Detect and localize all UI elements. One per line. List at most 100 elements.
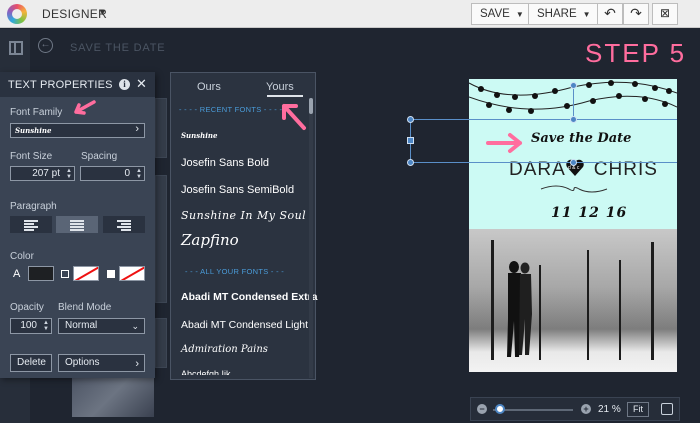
app-logo-icon[interactable] xyxy=(7,4,27,24)
stepper-icon[interactable]: ▲ ▼ xyxy=(136,168,142,180)
background-color-swatch[interactable] xyxy=(119,266,145,281)
stepper-icon[interactable]: ▲ ▼ xyxy=(43,320,49,332)
save-label: SAVE xyxy=(480,8,510,20)
font-size-value: 207 pt xyxy=(32,168,60,179)
layers-icon[interactable] xyxy=(9,41,23,55)
stepper-icon[interactable]: ▲ ▼ xyxy=(66,168,72,180)
align-right-button[interactable] xyxy=(103,216,145,233)
font-item[interactable]: Josefin Sans Bold xyxy=(181,157,269,169)
delete-button[interactable]: Delete xyxy=(10,354,52,372)
font-item[interactable]: Admiration Pains xyxy=(181,344,268,355)
font-size-label: Font Size xyxy=(10,151,53,162)
font-item-sunshine-short[interactable]: Sunshine xyxy=(181,131,217,140)
info-icon[interactable]: i xyxy=(119,79,130,90)
redo-icon[interactable]: ↷ xyxy=(623,3,649,25)
flourish-divider xyxy=(540,185,608,193)
rotation-line xyxy=(573,86,574,119)
options-label: Options xyxy=(65,357,100,368)
font-item[interactable]: Josefin Sans SemiBold xyxy=(181,184,294,196)
options-button[interactable]: Options › xyxy=(58,354,145,372)
tab-ours[interactable]: Ours xyxy=(197,81,221,93)
font-item-partial[interactable]: Abcdefgh Ijk xyxy=(181,369,231,375)
text-color-swatch[interactable] xyxy=(28,266,54,281)
resize-handle[interactable] xyxy=(407,159,414,166)
background-thumbnail xyxy=(72,372,154,417)
card-date[interactable]: 11 12 16 xyxy=(551,205,627,221)
top-bar: DESIGNER ▼ SAVE ▼ SHARE ▼ ↶ ↷ ⊠ xyxy=(0,0,700,28)
font-size-input[interactable]: 207 pt ▲ ▼ xyxy=(10,166,75,181)
couple-photo[interactable] xyxy=(469,229,677,372)
pointer-arrow-icon xyxy=(282,104,306,130)
font-list-scrollbar[interactable] xyxy=(309,98,313,378)
zoom-out-icon[interactable]: − xyxy=(477,404,487,414)
back-arrow-icon[interactable]: ← xyxy=(38,38,53,53)
zoom-in-icon[interactable]: + xyxy=(581,404,591,414)
stroke-color-swatch[interactable] xyxy=(73,266,99,281)
selection-border xyxy=(410,119,677,120)
pointer-arrow-icon xyxy=(486,133,522,153)
opacity-label: Opacity xyxy=(10,302,44,313)
step-label: STEP 5 xyxy=(585,38,687,68)
fullscreen-icon[interactable] xyxy=(661,403,673,415)
zoom-percent: 21 % xyxy=(598,404,621,415)
all-fonts-header: - - - ALL YOUR FONTS - - - xyxy=(185,267,285,276)
opacity-value: 100 xyxy=(20,320,37,331)
design-title: SAVE THE DATE xyxy=(70,42,166,54)
font-item[interactable]: Abadi MT Condensed Extra xyxy=(181,291,318,303)
align-left-button[interactable] xyxy=(10,216,52,233)
color-label: Color xyxy=(10,251,34,262)
chevron-down-icon: ⌄ xyxy=(131,321,139,331)
close-icon[interactable]: ✕ xyxy=(136,76,147,92)
zoom-slider-thumb[interactable] xyxy=(495,404,505,414)
zoom-slider-track[interactable] xyxy=(493,409,573,411)
resize-handle[interactable] xyxy=(570,159,577,166)
spacing-input[interactable]: 0 ▲ ▼ xyxy=(80,166,145,181)
spacing-label: Spacing xyxy=(81,151,118,162)
fill-icon xyxy=(107,270,115,278)
resize-handle[interactable] xyxy=(570,116,577,123)
opacity-input[interactable]: 100 ▲ ▼ xyxy=(10,318,52,334)
chevron-right-icon: › xyxy=(135,123,139,135)
share-label: SHARE xyxy=(537,8,577,20)
couple-silhouette xyxy=(507,261,532,357)
font-family-label: Font Family xyxy=(10,107,63,118)
font-list-scrollbar-thumb[interactable] xyxy=(309,98,313,114)
save-button[interactable]: SAVE ▼ xyxy=(471,3,533,25)
share-caret-icon: ▼ xyxy=(582,10,591,19)
spacing-value: 0 xyxy=(124,168,130,179)
delete-label: Delete xyxy=(17,357,46,368)
zoom-bar: − + 21 % Fit xyxy=(470,397,680,421)
app-menu-caret-icon[interactable]: ▼ xyxy=(98,7,107,17)
align-center-button[interactable] xyxy=(56,216,98,233)
active-tab-indicator xyxy=(267,95,303,97)
background-page xyxy=(155,318,167,368)
rotate-handle[interactable] xyxy=(570,82,577,89)
font-family-preview: Sunshine xyxy=(15,126,52,135)
font-item[interactable]: Zapfino xyxy=(181,231,239,249)
card-heading[interactable]: Save the Date xyxy=(531,131,631,146)
save-caret-icon: ▼ xyxy=(515,10,524,19)
fit-label: Fit xyxy=(633,404,643,414)
paragraph-label: Paragraph xyxy=(10,201,57,212)
share-button[interactable]: SHARE ▼ xyxy=(528,3,600,25)
close-design-icon[interactable]: ⊠ xyxy=(652,3,678,25)
blend-mode-value: Normal xyxy=(65,320,98,331)
resize-handle[interactable] xyxy=(407,137,414,144)
font-item[interactable]: Abadi MT Condensed Light xyxy=(181,319,308,331)
tab-yours[interactable]: Yours xyxy=(266,81,294,93)
background-page xyxy=(155,175,167,303)
blend-mode-select[interactable]: Normal ⌄ xyxy=(58,318,145,334)
font-item[interactable]: Sunshine In My Soul xyxy=(181,209,306,222)
recent-fonts-header: - - - - RECENT FONTS - - - - xyxy=(179,105,283,114)
blend-mode-label: Blend Mode xyxy=(58,302,112,313)
resize-handle[interactable] xyxy=(407,116,414,123)
undo-icon[interactable]: ↶ xyxy=(597,3,623,25)
selection-border xyxy=(410,162,677,163)
font-family-field[interactable]: Sunshine › xyxy=(10,123,145,138)
pointer-arrow-icon xyxy=(74,100,96,115)
panel-title: TEXT PROPERTIES xyxy=(8,79,113,91)
stroke-icon xyxy=(61,270,69,278)
text-color-icon: A xyxy=(13,268,21,280)
fit-button[interactable]: Fit xyxy=(627,402,649,417)
background-page xyxy=(155,98,167,158)
